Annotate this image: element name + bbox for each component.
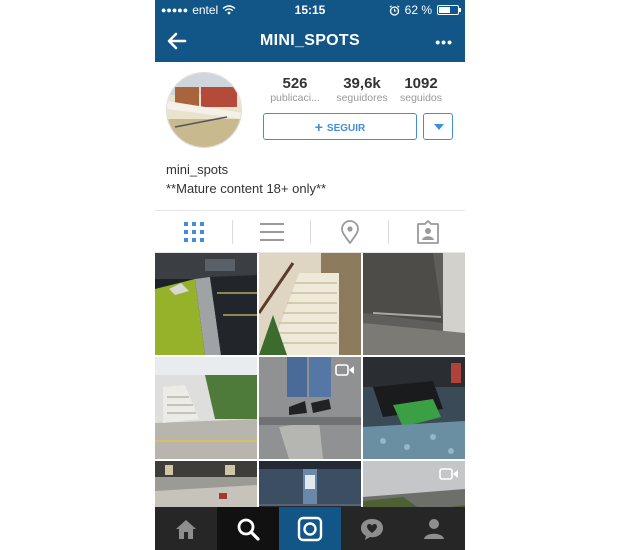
profile-bio: **Mature content 18+ only** [166, 181, 327, 196]
battery-percent: 62 % [404, 3, 432, 17]
profile-icon [424, 518, 444, 539]
profile-header: 526 publicaci... 39,6k seguidores 1092 s… [155, 62, 465, 210]
photo-thumbnail[interactable] [259, 357, 361, 459]
bottom-tab-bar [155, 507, 465, 550]
photo-thumbnail[interactable] [259, 461, 361, 507]
battery-fill [439, 7, 450, 13]
home-icon [176, 519, 196, 539]
alarm-icon [389, 4, 400, 16]
tab-map-view[interactable] [311, 211, 388, 253]
follow-button[interactable]: + SEGUIR [263, 113, 417, 140]
phone-screen: ●●●●● entel 15:15 62 % MINI_SPOTS ••• 52… [155, 0, 465, 550]
camera-icon [297, 516, 323, 541]
nav-bar: MINI_SPOTS ••• [155, 20, 465, 62]
photo-thumbnail[interactable] [155, 461, 257, 507]
grid-icon [183, 222, 204, 242]
following-stat[interactable]: 1092 seguidos [386, 75, 456, 104]
photo-thumbnail[interactable] [259, 253, 361, 355]
suggested-users-dropdown-button[interactable] [423, 113, 453, 140]
page-title: MINI_SPOTS [260, 32, 360, 49]
activity-heart-icon [361, 518, 383, 540]
tab-profile[interactable] [403, 507, 465, 550]
location-pin-icon [340, 220, 359, 244]
tab-grid-view[interactable] [155, 211, 232, 253]
tab-tagged-photos[interactable] [389, 211, 465, 253]
list-icon [259, 223, 284, 241]
photo-grid [155, 253, 465, 507]
tab-search[interactable] [217, 507, 279, 550]
avatar[interactable] [166, 72, 242, 148]
photo-thumbnail[interactable] [363, 253, 465, 355]
tab-camera[interactable] [279, 507, 341, 550]
status-bar: ●●●●● entel 15:15 62 % [155, 0, 465, 20]
video-icon [335, 364, 354, 376]
photo-thumbnail[interactable] [363, 357, 465, 459]
battery-icon [437, 5, 461, 15]
tab-list-view[interactable] [233, 211, 310, 253]
view-mode-tabs [155, 210, 465, 253]
search-icon [237, 518, 260, 541]
tab-home[interactable] [155, 507, 217, 550]
photo-thumbnail[interactable] [363, 461, 465, 507]
photo-thumbnail[interactable] [155, 253, 257, 355]
avatar-image [167, 73, 241, 147]
posts-stat[interactable]: 526 publicaci... [260, 75, 330, 104]
plus-icon: + [314, 119, 323, 135]
video-icon [439, 468, 458, 480]
more-options-button[interactable]: ••• [435, 34, 453, 50]
photo-thumbnail[interactable] [155, 357, 257, 459]
tagged-photos-icon [416, 220, 439, 244]
follow-label: SEGUIR [326, 123, 366, 134]
tab-activity[interactable] [341, 507, 403, 550]
profile-username: mini_spots [166, 162, 229, 177]
